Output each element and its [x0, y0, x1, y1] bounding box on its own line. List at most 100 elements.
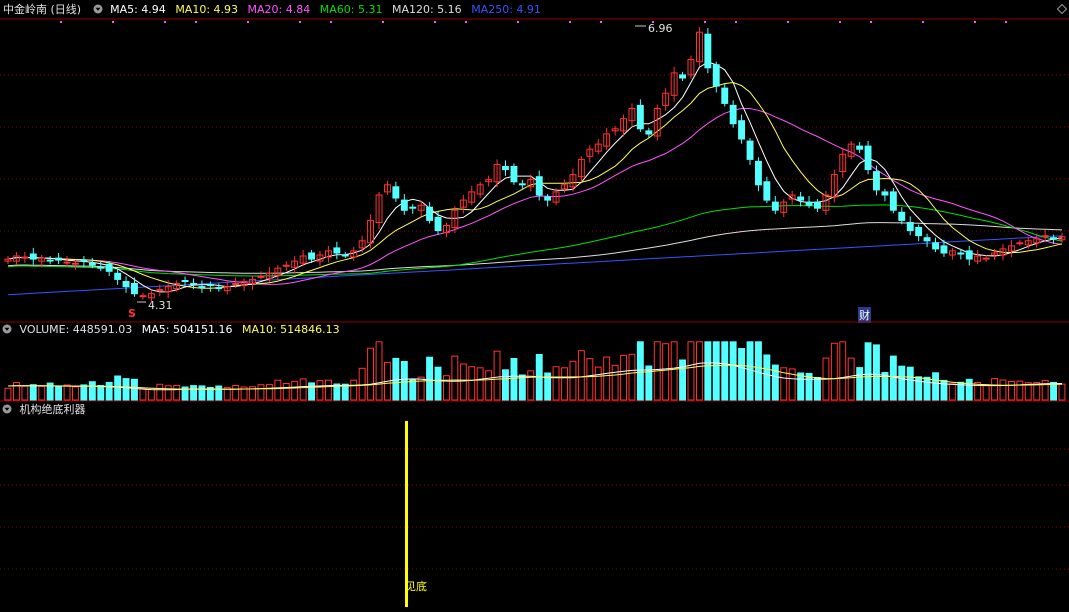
volume-bar — [80, 384, 88, 401]
volume-bar — [670, 341, 678, 401]
volume-bar — [527, 370, 535, 401]
candle-body — [29, 253, 37, 260]
volume-bar — [729, 341, 737, 401]
candle-body — [797, 196, 805, 201]
candle-body — [544, 196, 552, 201]
volume-bar — [156, 383, 164, 401]
signal-dot — [974, 21, 976, 23]
candle-body — [131, 283, 138, 295]
volume-bar — [257, 384, 265, 401]
signal-dot — [60, 21, 62, 23]
candle-body — [434, 216, 442, 232]
candle-body — [1041, 235, 1049, 238]
candle-body — [729, 104, 737, 125]
volume-bar — [561, 367, 568, 401]
volume-bar — [13, 382, 20, 401]
signal-dot — [164, 21, 166, 23]
signal-dot — [787, 21, 789, 23]
signal-dot — [1005, 21, 1007, 23]
candle-body — [906, 222, 914, 232]
volume-bar — [308, 382, 316, 401]
candle-body — [923, 237, 931, 242]
candle-body — [190, 283, 198, 285]
volume-bar — [485, 370, 493, 401]
candle-body — [932, 242, 939, 250]
volume-bar — [451, 355, 459, 401]
candle-body — [636, 104, 644, 130]
volume-bar — [299, 378, 307, 401]
volume-bar — [190, 385, 198, 401]
signal-dot — [735, 21, 737, 23]
volume-bar — [468, 366, 476, 401]
ma10-line — [7, 81, 1063, 289]
candle-body — [333, 247, 341, 254]
volume-bar — [476, 367, 484, 401]
candle-body — [46, 259, 54, 262]
volume-bar — [325, 379, 332, 401]
volume-bar — [577, 350, 585, 401]
volume-bar — [839, 341, 847, 401]
signal-dot — [517, 21, 519, 23]
volume-bar — [21, 385, 29, 401]
volume-bar — [139, 388, 147, 401]
candle-body — [940, 245, 948, 254]
volume-bar — [721, 341, 729, 401]
volume-bar — [569, 360, 577, 401]
volume-bar — [552, 366, 560, 401]
volume-bar — [906, 366, 914, 401]
volume-bar — [594, 366, 602, 401]
candle-body — [721, 87, 729, 104]
candle-body — [898, 211, 906, 221]
volume-bar — [932, 372, 939, 401]
volume-bar — [830, 342, 838, 401]
ma5-line — [7, 61, 1063, 293]
volume-bar — [1050, 381, 1057, 401]
volume-bar — [948, 383, 956, 401]
volume-bar — [923, 376, 931, 401]
volume-bar — [232, 385, 240, 401]
volume-bar — [122, 378, 130, 401]
candle-body — [679, 74, 686, 79]
candle-body — [856, 145, 864, 150]
candle-body — [510, 166, 518, 183]
candle-body — [755, 160, 762, 186]
signal-dot — [922, 21, 924, 23]
volume-bar — [696, 341, 703, 401]
volume-bar — [814, 377, 821, 401]
candle-body — [392, 186, 400, 199]
volume-bar — [898, 365, 906, 401]
stock-chart[interactable] — [0, 0, 1069, 612]
volume-bar — [864, 342, 872, 401]
candle-body — [518, 183, 526, 186]
volume-bar — [97, 385, 105, 401]
volume-bar — [4, 387, 12, 401]
signal-dot — [382, 21, 384, 23]
candle-body — [114, 272, 122, 280]
volume-bar — [291, 380, 299, 401]
volume-bar — [687, 341, 695, 401]
volume-bar — [712, 341, 720, 401]
volume-bar — [797, 372, 805, 401]
candle-body — [400, 199, 408, 211]
volume-bar — [620, 354, 627, 401]
candle-body — [645, 130, 653, 135]
volume-bar — [856, 367, 864, 401]
volume-bar — [982, 384, 990, 401]
candle-body — [156, 289, 164, 292]
volume-bar — [282, 383, 290, 401]
signal-dot — [704, 21, 706, 23]
candle-body — [889, 191, 897, 211]
candle-body — [712, 64, 720, 87]
volume-bar — [1016, 380, 1024, 401]
ma20-line — [7, 108, 1063, 285]
volume-bar — [704, 341, 712, 401]
signal-dot — [600, 21, 602, 23]
volume-bar — [358, 367, 366, 401]
volume-bar — [502, 369, 509, 401]
candle-body — [63, 261, 71, 264]
volume-bar — [459, 363, 467, 401]
volume-bar — [72, 386, 79, 401]
volume-bar — [510, 358, 518, 401]
candle-body — [426, 206, 434, 221]
volume-bar — [636, 341, 644, 401]
